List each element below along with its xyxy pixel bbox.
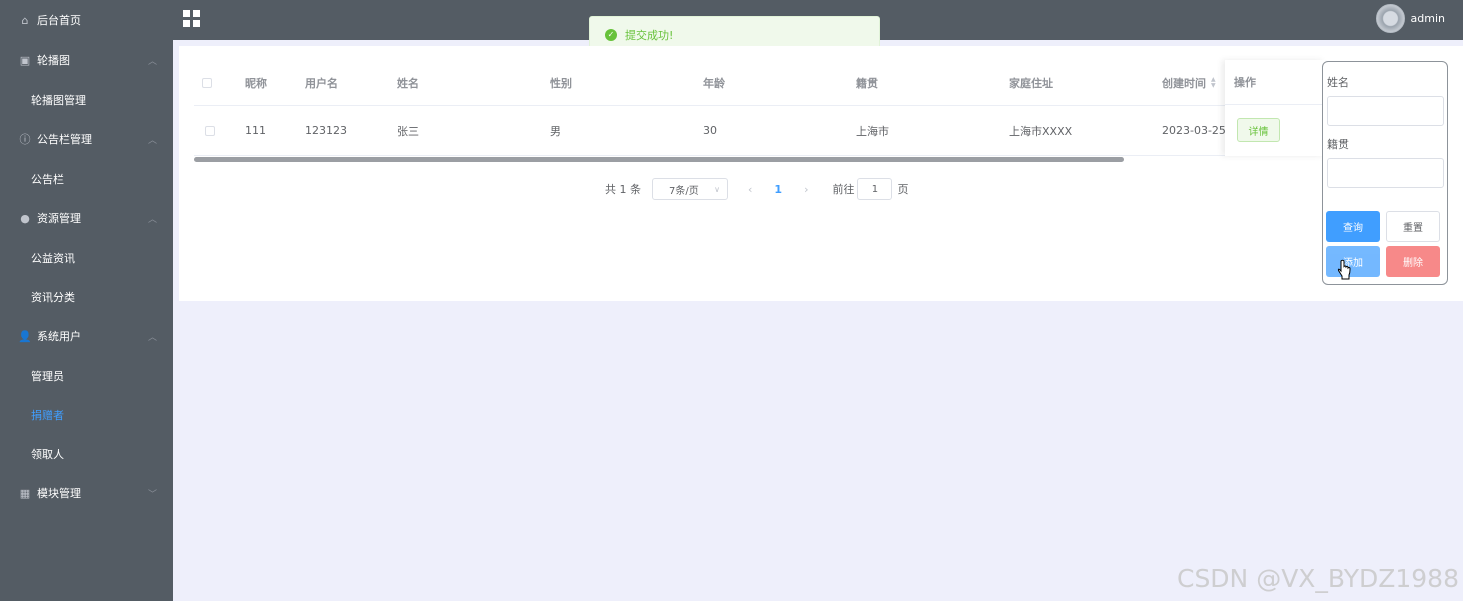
prev-page-button[interactable]: ‹ (748, 183, 752, 196)
row-checkbox[interactable] (205, 106, 215, 155)
main-card: 昵称 用户名 姓名 性别 年龄 籍贯 家庭住址 创建时间 ▲ ▼ 111 1231… (179, 46, 1463, 301)
search-panel: 姓名 籍贯 查询 重置 添加 删除 (1322, 61, 1448, 285)
detail-button[interactable]: 详情 (1237, 118, 1280, 142)
sidebar-menu-label: 轮播图 (37, 54, 70, 67)
sidebar-item-7[interactable]: 资讯分类 (0, 277, 173, 316)
name-label: 姓名 (1327, 76, 1349, 89)
sidebar-item-4[interactable]: 公告栏 (0, 159, 173, 198)
sidebar-menu-label: 公告栏管理 (37, 133, 92, 146)
page-size-value: 7条/页 (669, 185, 699, 197)
sidebar-menu-5[interactable]: ● 资源管理 ︿ (0, 198, 173, 238)
next-page-button[interactable]: › (804, 183, 808, 196)
sidebar-item-2[interactable]: 轮播图管理 (0, 80, 173, 119)
page-size-select[interactable]: 7条/页 ∨ (652, 178, 728, 200)
cell-name: 张三 (397, 124, 419, 138)
pagination-total: 共 1 条 (605, 183, 641, 196)
ops-cell: 详情 (1225, 105, 1325, 155)
add-button[interactable]: 添加 (1326, 246, 1380, 277)
horizontal-scrollbar[interactable] (194, 157, 1124, 162)
chevron-icon: ︿ (147, 57, 157, 67)
pagination: 共 1 条 7条/页 ∨ ‹ 1 › 前往 1 页 (605, 178, 908, 200)
col-header-origin: 籍贯 (856, 77, 878, 90)
goto-label: 前往 (832, 183, 855, 196)
reset-button[interactable]: 重置 (1386, 211, 1440, 242)
chevron-icon: ﹀ (147, 490, 157, 500)
sidebar-menu-label: 系统用户 (37, 330, 81, 343)
username: admin (1410, 12, 1445, 25)
col-header-created-label: 创建时间 (1162, 77, 1206, 90)
check-circle-icon: ✓ (605, 28, 617, 41)
page-number-current[interactable]: 1 (774, 183, 782, 196)
menu-toggle-icon[interactable] (183, 10, 200, 27)
hand-cursor-icon (1337, 259, 1351, 280)
fixed-ops-column: 操作 详情 (1225, 60, 1325, 156)
info-icon: ⓘ (19, 133, 31, 146)
col-header-gender: 性别 (550, 77, 572, 90)
name-input[interactable] (1327, 96, 1444, 126)
chevron-down-icon: ∨ (714, 184, 720, 194)
goto-page-input[interactable]: 1 (857, 178, 893, 200)
home-icon: ⌂ (21, 13, 29, 27)
toast-message: 提交成功! (625, 28, 674, 42)
sidebar-menu-12[interactable]: ▦ 模块管理 ﹀ (0, 473, 173, 513)
col-header-age: 年龄 (703, 77, 725, 90)
sort-icon[interactable]: ▲ ▼ (1211, 77, 1216, 89)
select-all-checkbox[interactable] (202, 61, 212, 105)
sidebar-item-11[interactable]: 领取人 (0, 434, 173, 473)
sidebar-menu-8[interactable]: 👤 系统用户 ︿ (0, 316, 173, 356)
cell-origin: 上海市 (856, 124, 889, 138)
cell-gender: 男 (550, 124, 561, 138)
user-icon: 👤 (18, 329, 32, 343)
watermark: CSDN @VX_BYDZ1988 (1176, 564, 1459, 593)
sidebar-menu-label: 模块管理 (37, 487, 81, 500)
sidebar-menu-1[interactable]: ▣ 轮播图 ︿ (0, 40, 173, 80)
sidebar-item-9[interactable]: 管理员 (0, 356, 173, 395)
sidebar-menu-label: 资源管理 (37, 212, 81, 225)
query-button[interactable]: 查询 (1326, 211, 1380, 242)
table-row[interactable]: 111 123123 张三 男 30 上海市 上海市XXXX 2023-03-2… (194, 106, 1324, 156)
col-header-username: 用户名 (305, 77, 338, 90)
chevron-icon: ︿ (147, 333, 157, 343)
sidebar-item-10[interactable]: 捐赠者 (0, 395, 173, 434)
sidebar: ⌂ 后台首页 ▣ 轮播图 ︿ 轮播图管理 ⓘ 公告栏管理 ︿ 公告栏 ● 资源管理 ︿ 公益资讯 资讯分类 👤… (0, 0, 173, 601)
col-header-created[interactable]: 创建时间 ▲ ▼ (1162, 61, 1216, 105)
col-header-ops: 操作 (1225, 60, 1325, 105)
cell-address: 上海市XXXX (1009, 124, 1073, 138)
goto-unit: 页 (897, 183, 909, 196)
col-header-address: 家庭住址 (1009, 77, 1053, 90)
delete-button[interactable]: 删除 (1386, 246, 1440, 277)
data-table: 昵称 用户名 姓名 性别 年龄 籍贯 家庭住址 创建时间 ▲ ▼ 111 1231… (194, 61, 1324, 156)
sidebar-item-6[interactable]: 公益资讯 (0, 238, 173, 277)
origin-input[interactable] (1327, 158, 1444, 188)
chevron-icon: ︿ (147, 215, 157, 225)
origin-label: 籍贯 (1327, 138, 1349, 151)
cell-age: 30 (703, 124, 717, 137)
avatar[interactable] (1375, 4, 1405, 33)
col-header-nickname: 昵称 (245, 77, 267, 90)
cell-username: 123123 (305, 124, 347, 137)
cell-nickname: 111 (245, 124, 266, 137)
col-header-name: 姓名 (397, 77, 419, 90)
sidebar-menu-3[interactable]: ⓘ 公告栏管理 ︿ (0, 119, 173, 159)
location-icon: ● (20, 211, 30, 225)
picture-icon: ▣ (19, 53, 31, 67)
user-menu[interactable]: admin (1375, 4, 1445, 33)
grid-icon: ▦ (19, 486, 31, 500)
sidebar-menu-0[interactable]: ⌂ 后台首页 (0, 0, 173, 40)
table-header: 昵称 用户名 姓名 性别 年龄 籍贯 家庭住址 创建时间 ▲ ▼ (194, 61, 1324, 106)
sidebar-menu-label: 后台首页 (37, 14, 81, 27)
chevron-icon: ︿ (147, 136, 157, 146)
